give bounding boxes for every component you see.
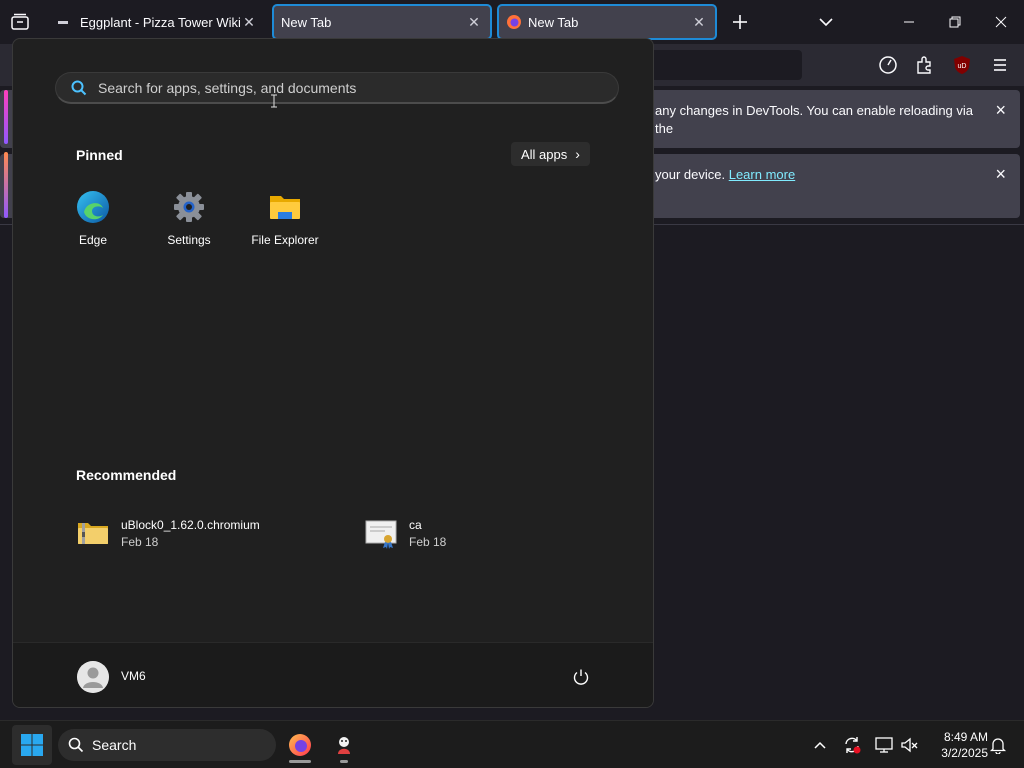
pinned-app-label: Edge [78,233,108,247]
volume-muted-icon[interactable] [898,733,922,757]
recommended-item-name: ca [409,517,422,532]
search-icon [68,737,84,753]
recommended-item-ublock[interactable]: uBlock0_1.62.0.chromium Feb 18 [77,513,260,553]
recommended-item-ca[interactable]: ca Feb 18 [365,513,446,553]
taskbar-search[interactable]: Search [58,729,276,761]
zip-folder-icon [77,517,109,549]
taskbar-app-2[interactable] [324,725,364,765]
notification-text: any changes in DevTools. You can enable … [655,103,974,136]
learn-more-link[interactable]: Learn more [729,167,795,182]
tab-wiki[interactable]: Eggplant - Pizza Tower Wiki ✕ [48,5,266,39]
clock-time: 8:49 AM [943,730,988,744]
pinned-app-label: Settings [167,233,211,247]
tab-close-icon[interactable]: ✕ [690,13,708,31]
start-button[interactable] [12,725,52,765]
taskbar-app-firefox[interactable] [280,725,320,765]
folder-icon [267,189,303,225]
firefox-icon [288,733,312,757]
start-footer: VM6 [13,642,653,707]
tab-label: New Tab [528,14,579,30]
ublock-icon[interactable]: uD [950,53,974,77]
taskbar-search-label: Search [92,737,137,753]
menu-icon[interactable] [988,53,1012,77]
start-search-input[interactable] [98,79,598,96]
settings-gear-icon [171,189,207,225]
recommended-item-date: Feb 18 [409,534,447,549]
pinned-app-settings[interactable]: Settings [144,189,234,247]
text-cursor-icon [270,94,278,108]
tab-new-tab-1[interactable]: New Tab ✕ [272,4,492,40]
search-icon [70,79,88,97]
chevron-right-icon: › [575,146,580,162]
network-icon[interactable] [872,733,896,757]
pinned-app-label: File Explorer [251,233,319,247]
all-apps-label: All apps [521,146,568,162]
wiki-favicon-icon [58,20,68,24]
user-name[interactable]: VM6 [121,669,146,683]
tab-close-icon[interactable]: ✕ [240,13,258,31]
notification-text: your device. Learn more [655,166,985,184]
firefox-icon [506,14,522,30]
tab-label: Eggplant - Pizza Tower Wiki [80,14,240,30]
plus-icon[interactable] [730,12,750,32]
sync-icon[interactable] [840,733,864,757]
app-icon [333,734,355,756]
power-icon[interactable] [569,665,593,689]
start-menu: Pinned All apps › Edge Settings File Exp… [12,38,654,708]
close-icon[interactable] [978,0,1024,44]
clock-date: 3/2/2025 [941,746,988,760]
recommended-item-name: uBlock0_1.62.0.chromium [121,517,260,532]
timer-icon[interactable] [876,53,900,77]
tab-label: New Tab [281,14,332,30]
sidebar-accent [4,152,8,218]
close-icon[interactable]: × [995,164,1006,185]
pinned-heading: Pinned [76,147,123,163]
certificate-icon [365,517,397,549]
avatar[interactable] [77,661,109,693]
pinned-app-file-explorer[interactable]: File Explorer [240,189,330,247]
bell-icon[interactable] [986,733,1010,757]
tab-overview-icon[interactable] [10,12,30,32]
all-apps-button[interactable]: All apps › [511,142,590,166]
pinned-app-edge[interactable]: Edge [48,189,138,247]
recommended-heading: Recommended [76,467,177,483]
url-bar[interactable] [650,50,802,80]
tab-new-tab-2[interactable]: New Tab ✕ [497,4,717,40]
edge-icon [75,189,111,225]
running-indicator [340,760,348,763]
clock[interactable]: 8:49 AM 3/2/2025 [926,729,988,761]
restore-icon[interactable] [932,0,978,44]
tab-close-icon[interactable]: ✕ [465,13,483,31]
chevron-up-icon[interactable] [808,733,832,757]
running-indicator [289,760,311,763]
svg-text:uD: uD [958,63,967,70]
extensions-icon[interactable] [912,53,936,77]
taskbar: Search 8:49 AM 3/2/2025 [0,720,1024,768]
close-icon[interactable]: × [995,100,1006,121]
recommended-item-date: Feb 18 [121,534,159,549]
notification-message: your device. [655,167,726,182]
windows-logo-icon [21,734,43,756]
minimize-icon[interactable] [886,0,932,44]
start-search-box[interactable] [55,72,619,104]
sidebar-accent [4,90,8,144]
chevron-down-icon[interactable] [816,12,836,32]
